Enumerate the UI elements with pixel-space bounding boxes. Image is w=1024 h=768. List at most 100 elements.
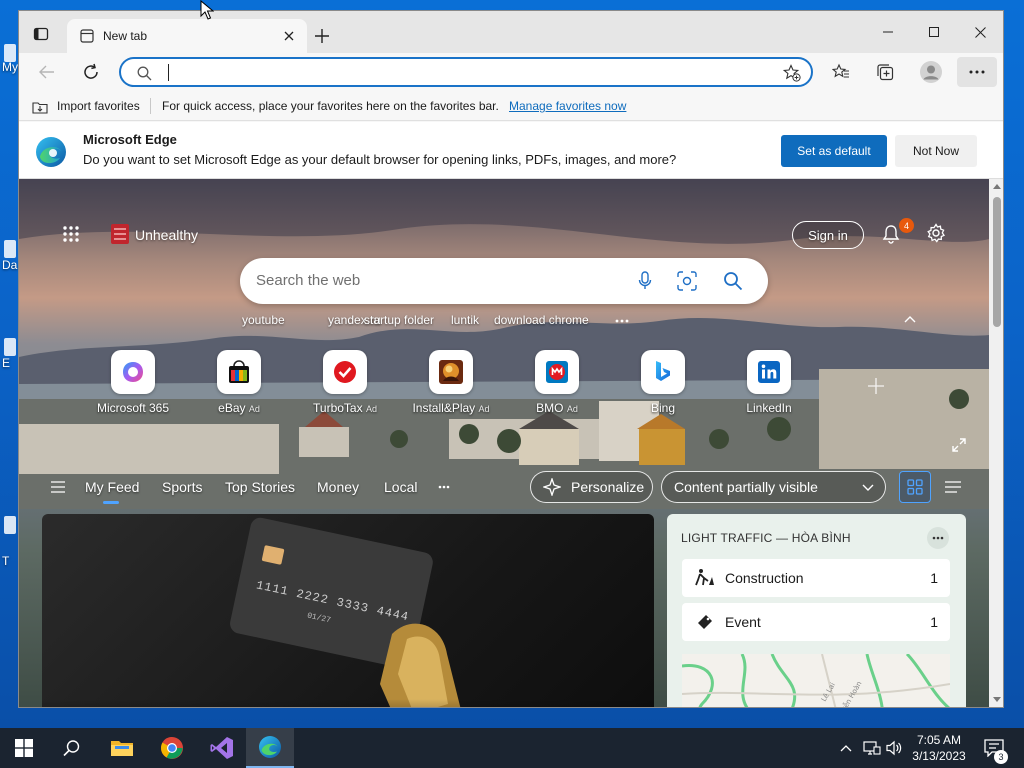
desktop-icon-label[interactable]: My [2,60,18,74]
taskbar-file-explorer[interactable] [98,728,146,768]
taskbar-visual-studio[interactable] [198,728,246,768]
quick-link-linkedin[interactable]: LinkedIn [733,350,805,420]
edge-logo-icon [33,134,69,170]
content-visibility-dropdown[interactable]: Content partially visible [661,471,886,503]
traffic-card[interactable]: LIGHT TRAFFIC — HÒA BÌNH Construction 1 … [667,514,966,708]
chrome-icon [160,736,184,760]
quick-link-install-play[interactable]: Install&Play Ad [412,350,490,420]
show-hidden-icons-chevron-icon[interactable] [838,740,854,756]
more-suggestions-icon[interactable] [613,315,631,327]
feed-tab-top-stories[interactable]: Top Stories [225,479,295,495]
web-search-box[interactable]: Search the web [240,258,768,304]
system-clock[interactable]: 7:05 AM 3/13/2023 [904,732,974,764]
taskbar-chrome[interactable] [148,728,196,768]
quick-link-turbotax[interactable]: TurboTax Ad [309,350,381,420]
set-as-default-button[interactable]: Set as default [781,135,887,167]
scrollbar-thumb[interactable] [993,197,1001,327]
apps-grid-icon[interactable] [59,222,83,246]
tab-new-tab[interactable]: New tab [67,19,307,53]
quick-link-ebay[interactable]: eBay Ad [203,350,275,420]
scroll-down-arrow-icon[interactable] [992,695,1002,703]
search-submit-icon[interactable] [722,270,744,292]
personalize-button[interactable]: Personalize [530,471,653,503]
traffic-row-event[interactable]: Event 1 [682,603,950,641]
manage-favorites-link[interactable]: Manage favorites now [509,99,626,113]
desktop-shortcut-icon[interactable] [4,516,16,534]
add-quick-link-plus-icon[interactable] [866,376,886,396]
start-button[interactable] [0,728,48,768]
feed-tab-local[interactable]: Local [384,479,417,495]
desktop-icon-label[interactable]: T [2,554,9,568]
grid-view-icon[interactable] [899,471,931,503]
quick-link-label: TurboTax [313,401,363,415]
collapse-chevron-up-icon[interactable] [901,312,919,326]
traffic-map[interactable]: Lê Lai Nguyễn Hoàn [682,654,950,708]
visual-studio-icon [210,736,234,760]
import-favorites-link[interactable]: Import favorites [57,99,140,113]
new-tab-plus-icon[interactable] [311,25,333,47]
not-now-button[interactable]: Not Now [895,135,977,167]
profile-avatar-icon[interactable] [917,58,945,86]
more-feed-tabs-icon[interactable] [435,483,453,491]
traffic-row-construction[interactable]: Construction 1 [682,559,950,597]
close-window-icon[interactable] [957,11,1003,53]
quick-link-label: LinkedIn [746,401,792,415]
file-explorer-icon [110,738,134,758]
favorites-separator [150,98,151,114]
page-scrollbar[interactable] [989,179,1003,707]
feed-tab-my-feed[interactable]: My Feed [85,479,139,495]
address-bar[interactable] [119,57,813,87]
search-suggestion[interactable]: youtube [242,313,285,327]
add-favorite-icon[interactable] [781,63,803,83]
desktop-shortcut-icon[interactable] [4,338,16,356]
back-icon[interactable] [35,61,59,83]
install-play-icon [429,350,473,394]
feed-menu-icon[interactable] [49,479,67,495]
desktop-icon-label[interactable]: E [2,356,10,370]
address-input[interactable] [165,64,765,82]
taskbar-search-button[interactable] [48,728,96,768]
traffic-row-count: 1 [930,614,938,630]
minimize-icon[interactable] [865,11,911,53]
quick-link-microsoft-365[interactable]: Microsoft 365 [97,350,169,420]
import-favorites-icon[interactable] [31,97,49,115]
ad-tag: Ad [365,404,377,414]
search-suggestion[interactable]: luntik [451,313,479,327]
list-view-icon[interactable] [943,479,963,495]
page-settings-gear-icon[interactable] [924,221,948,245]
quick-link-label: Microsoft 365 [96,401,170,415]
traffic-row-name: Construction [725,570,804,586]
quick-link-bmo[interactable]: BMO Ad [521,350,593,420]
favorites-bar: Import favorites For quick access, place… [19,91,1003,121]
unhealthy-logo-icon [110,223,130,245]
tab-actions-icon[interactable] [31,24,51,44]
desktop-icon-label[interactable]: Da [2,258,17,272]
feed-tab-money[interactable]: Money [317,479,359,495]
visual-search-icon[interactable] [676,270,698,292]
default-browser-infobar: Microsoft Edge Do you want to set Micros… [19,122,1003,179]
collections-icon[interactable] [873,60,897,84]
brand-name[interactable]: Unhealthy [135,227,198,243]
turbotax-icon [323,350,367,394]
search-suggestion[interactable]: startup folder [364,313,434,327]
volume-icon[interactable] [884,739,904,757]
settings-and-more-icon[interactable] [957,57,997,87]
search-suggestion[interactable]: download chrome [494,313,589,327]
voice-search-microphone-icon[interactable] [634,270,656,292]
sign-in-button[interactable]: Sign in [792,221,864,249]
desktop-shortcut-icon[interactable] [4,240,16,258]
expand-background-icon[interactable] [949,435,969,455]
feed-navigation: My Feed Sports Top Stories Money Local P… [19,469,989,505]
refresh-icon[interactable] [79,60,103,84]
network-icon[interactable] [862,739,882,757]
scroll-up-arrow-icon[interactable] [992,182,1002,190]
card-more-options-icon[interactable] [927,527,949,549]
maximize-icon[interactable] [911,11,957,53]
favorites-icon[interactable] [829,60,853,84]
quick-link-bing[interactable]: Bing [627,350,699,420]
news-article-card[interactable]: 1111 2222 3333 4444 01/27 [42,514,654,707]
feed-tab-sports[interactable]: Sports [162,479,202,495]
taskbar-edge[interactable] [246,728,294,768]
close-tab-icon[interactable] [281,28,297,44]
quick-link-label: Install&Play [412,401,476,415]
